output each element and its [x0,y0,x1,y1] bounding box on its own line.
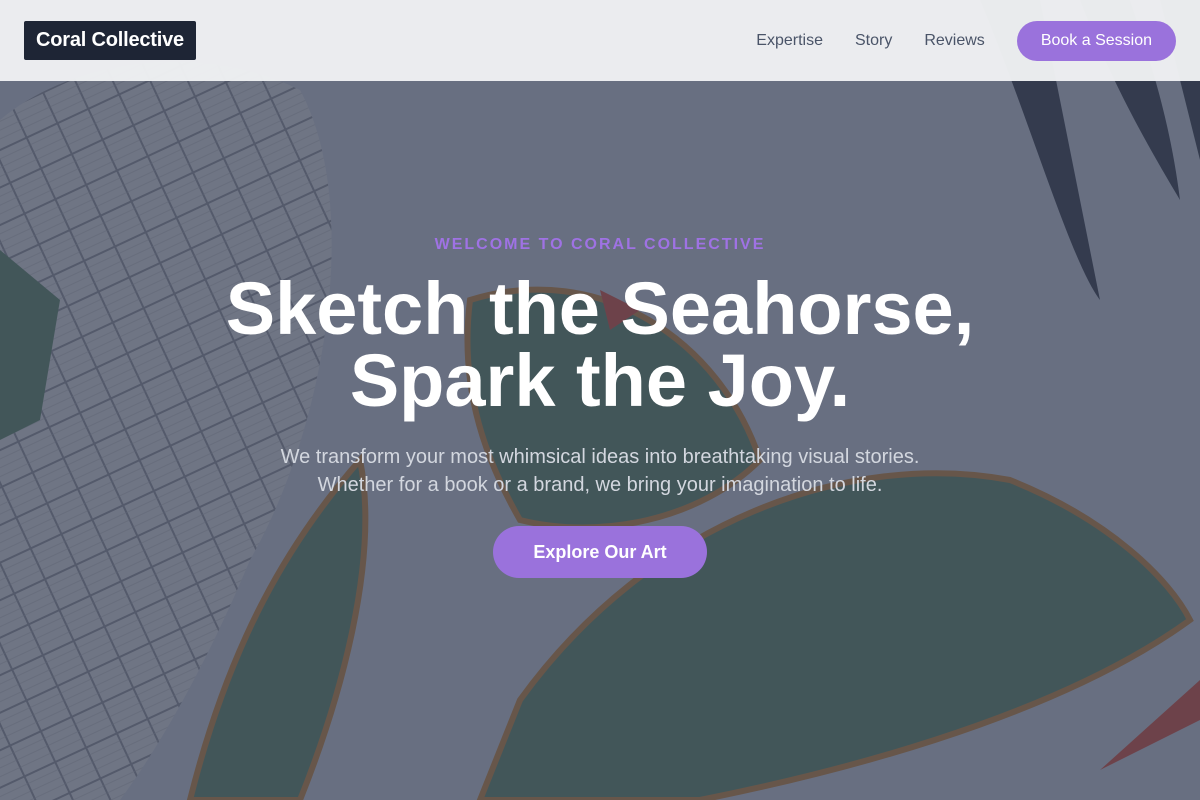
hero-headline: Sketch the Seahorse, Spark the Joy. [0,267,1200,422]
headline-line-1: Sketch the Seahorse, [225,267,975,350]
subtext-line-1: We transform your most whimsical ideas i… [280,446,920,468]
headline-line-2: Spark the Joy. [349,339,851,422]
subtext-line-2: Whether for a book or a brand, we bring … [317,474,883,496]
explore-art-button[interactable]: Explore Our Art [493,526,707,578]
hero-subtext: We transform your most whimsical ideas i… [0,443,1200,499]
hero-section: WELCOME TO CORAL COLLECTIVE Sketch the S… [0,0,1200,800]
hero-eyebrow: WELCOME TO CORAL COLLECTIVE [434,236,766,253]
